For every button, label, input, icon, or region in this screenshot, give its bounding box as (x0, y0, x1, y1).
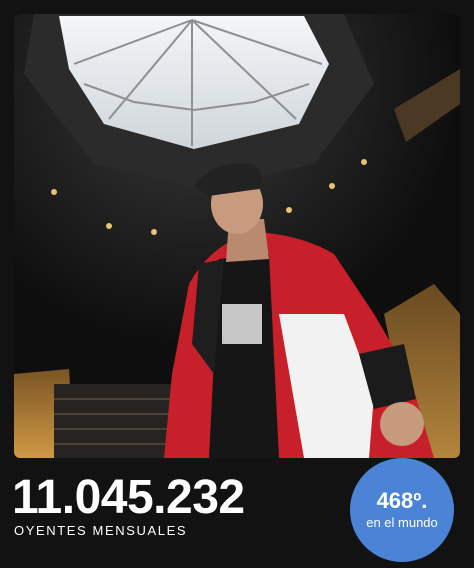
world-rank-label: en el mundo (366, 515, 438, 530)
monthly-listeners-count: 11.045.232 (12, 471, 245, 524)
world-rank-badge[interactable]: 468º. en el mundo (350, 458, 454, 562)
artist-about-card: 11.045.232 OYENTES MENSUALES 468º. en el… (0, 0, 474, 568)
artist-photo[interactable] (14, 14, 460, 458)
monthly-listeners-label: OYENTES MENSUALES (14, 523, 188, 538)
artist-photo-illustration (14, 14, 460, 458)
world-rank-value: 468º. (376, 488, 428, 513)
